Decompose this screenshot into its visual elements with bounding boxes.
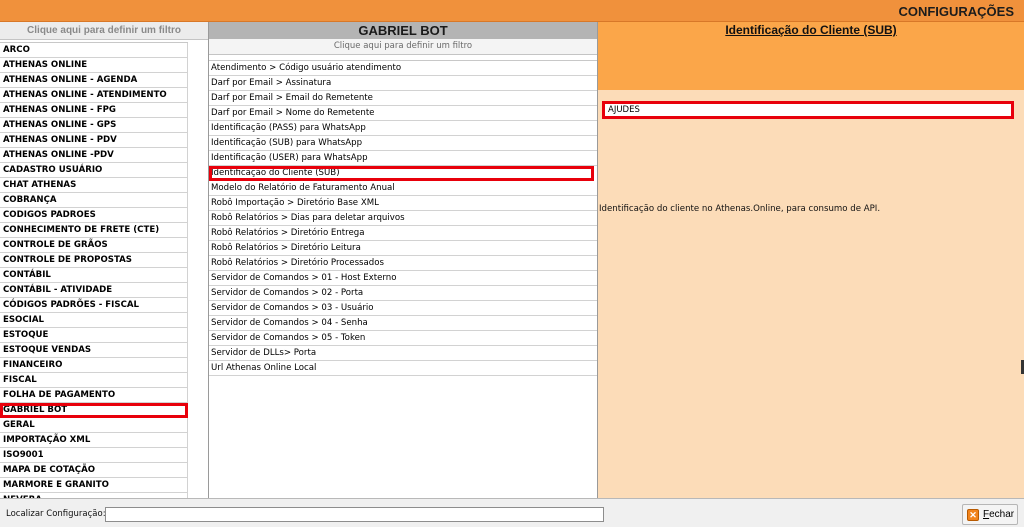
category-list-item[interactable]: ATHENAS ONLINE - ATENDIMENTO xyxy=(0,88,188,103)
category-list-item[interactable]: CONTÁBIL xyxy=(0,268,188,283)
settings-list-item[interactable]: Servidor de Comandos > 05 - Token xyxy=(209,331,597,346)
category-list-item[interactable]: ESTOQUE VENDAS xyxy=(0,343,188,358)
category-list-item[interactable]: GERAL xyxy=(0,418,188,433)
settings-list-item[interactable]: Identificação (PASS) para WhatsApp xyxy=(209,121,597,136)
category-list-item[interactable]: CONTROLE DE GRÃOS xyxy=(0,238,188,253)
settings-list-item[interactable]: Atendimento > Código usuário atendimento xyxy=(209,61,597,76)
category-list-item[interactable]: ARCO xyxy=(0,43,188,58)
category-filter-hint[interactable]: Clique aqui para definir um filtro xyxy=(0,22,208,40)
category-list-item[interactable]: FOLHA DE PAGAMENTO xyxy=(0,388,188,403)
settings-list-item[interactable]: Servidor de Comandos > 04 - Senha xyxy=(209,316,597,331)
category-list-item[interactable]: IMPORTAÇÃO XML xyxy=(0,433,188,448)
close-button[interactable]: ✕ Fechar xyxy=(962,504,1018,525)
category-list-item[interactable]: COBRANÇA xyxy=(0,193,188,208)
category-list-item[interactable]: ATHENAS ONLINE - AGENDA xyxy=(0,73,188,88)
settings-list-item[interactable]: Servidor de DLLs> Porta xyxy=(209,346,597,361)
settings-list-item[interactable]: Robô Relatórios > Diretório Leitura xyxy=(209,241,597,256)
settings-list-item[interactable]: Url Athenas Online Local xyxy=(209,361,597,376)
category-list-item[interactable]: CADASTRO USUÁRIO xyxy=(0,163,188,178)
category-list-item[interactable]: CODIGOS PADROES xyxy=(0,208,188,223)
close-button-label: Fechar xyxy=(983,509,1015,520)
title-bar: CONFIGURAÇÕES xyxy=(0,0,1024,22)
settings-panel: GABRIEL BOT Clique aqui para definir um … xyxy=(209,22,598,498)
category-list-item[interactable]: ATHENAS ONLINE - PDV xyxy=(0,133,188,148)
search-config-input[interactable] xyxy=(105,507,604,522)
settings-list-item[interactable]: Robô Importação > Diretório Base XML xyxy=(209,196,597,211)
settings-list-item[interactable]: Robô Relatórios > Dias para deletar arqu… xyxy=(209,211,597,226)
category-list-item[interactable]: CONHECIMENTO DE FRETE (CTE) xyxy=(0,223,188,238)
category-list-item[interactable]: FINANCEIRO xyxy=(0,358,188,373)
detail-title: Identificação do Cliente (SUB) xyxy=(725,23,897,37)
close-icon: ✕ xyxy=(967,508,979,521)
settings-panel-title: GABRIEL BOT xyxy=(209,22,597,39)
window-title: CONFIGURAÇÕES xyxy=(898,4,1014,19)
settings-list-item[interactable]: Darf por Email > Assinatura xyxy=(209,76,597,91)
category-list-item[interactable]: ESTOQUE xyxy=(0,328,188,343)
category-list-item[interactable]: MARMORE E GRANITO xyxy=(0,478,188,493)
settings-list-item[interactable]: Identificação (SUB) para WhatsApp xyxy=(209,136,597,151)
settings-list: Atendimento > Código usuário atendimento… xyxy=(209,60,597,376)
detail-panel: Identificação do Cliente (SUB) AJUDES Id… xyxy=(598,22,1024,498)
category-list-item[interactable]: CÓDIGOS PADRÕES - FISCAL xyxy=(0,298,188,313)
settings-list-item[interactable]: Servidor de Comandos > 02 - Porta xyxy=(209,286,597,301)
category-list-item[interactable]: ATHENAS ONLINE - FPG xyxy=(0,103,188,118)
settings-list-item[interactable]: Servidor de Comandos > 01 - Host Externo xyxy=(209,271,597,286)
category-list-item[interactable]: FISCAL xyxy=(0,373,188,388)
settings-list-item[interactable]: Darf por Email > Nome do Remetente xyxy=(209,106,597,121)
settings-list-item[interactable]: Darf por Email > Email do Remetente xyxy=(209,91,597,106)
search-label: Localizar Configuração: xyxy=(6,509,106,519)
settings-list-item[interactable]: Modelo do Relatório de Faturamento Anual xyxy=(209,181,597,196)
category-list-item[interactable]: CONTÁBIL - ATIVIDADE xyxy=(0,283,188,298)
category-list-item[interactable]: ATHENAS ONLINE - GPS xyxy=(0,118,188,133)
category-list: ARCO ATHENAS ONLINE ATHENAS ONLINE - AGEND… xyxy=(0,42,188,498)
category-list-item[interactable]: ESOCIAL xyxy=(0,313,188,328)
settings-list-item[interactable]: Servidor de Comandos > 03 - Usuário xyxy=(209,301,597,316)
setting-description: Identificação do cliente no Athenas.Onli… xyxy=(599,204,881,214)
category-list-item[interactable]: MAPA DE COTAÇÃO xyxy=(0,463,188,478)
setting-value-field[interactable]: AJUDES xyxy=(602,101,1014,119)
category-list-item[interactable]: CONTROLE DE PROPOSTAS xyxy=(0,253,188,268)
category-list-item[interactable]: ISO9001 xyxy=(0,448,188,463)
settings-list-item[interactable]: Robô Relatórios > Diretório Entrega xyxy=(209,226,597,241)
footer-bar: Localizar Configuração: ✕ Fechar xyxy=(0,498,1024,527)
settings-filter-hint[interactable]: Clique aqui para definir um filtro xyxy=(209,39,597,55)
category-list-item[interactable]: GABRIEL BOT xyxy=(0,403,188,418)
category-list-item[interactable]: ATHENAS ONLINE xyxy=(0,58,188,73)
category-panel: Clique aqui para definir um filtro ARCO A… xyxy=(0,22,209,498)
settings-list-item[interactable]: Identificação (USER) para WhatsApp xyxy=(209,151,597,166)
settings-list-item[interactable]: Robô Relatórios > Diretório Processados xyxy=(209,256,597,271)
settings-list-item[interactable]: Identificação do Cliente (SUB) xyxy=(209,166,594,181)
category-list-item[interactable]: ATHENAS ONLINE -PDV xyxy=(0,148,188,163)
category-list-item[interactable]: CHAT ATHENAS xyxy=(0,178,188,193)
